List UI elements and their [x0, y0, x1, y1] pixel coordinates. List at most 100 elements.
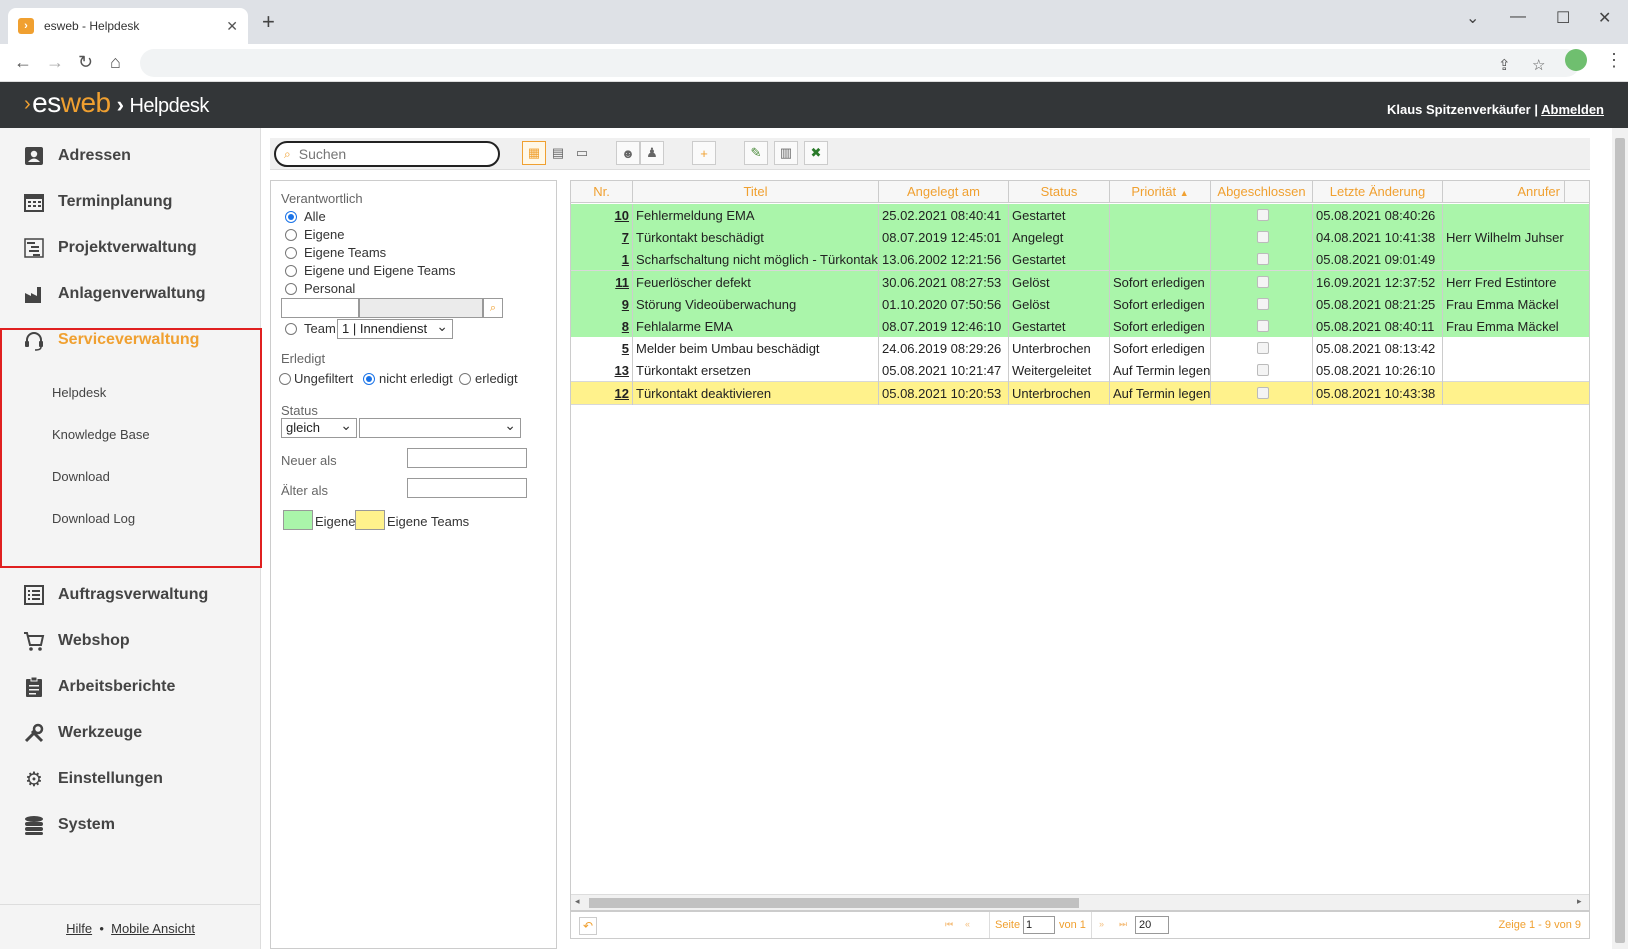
- subnav-helpdesk[interactable]: Helpdesk: [52, 385, 106, 400]
- closed-checkbox[interactable]: [1257, 364, 1269, 377]
- team-select[interactable]: 1 | Innendienst: [337, 317, 453, 339]
- personal-search-button[interactable]: ⌕: [483, 298, 503, 318]
- esweb-logo[interactable]: ›esweb › Helpdesk: [24, 87, 209, 119]
- chart-button[interactable]: ▥: [774, 141, 798, 165]
- closed-checkbox[interactable]: [1257, 297, 1269, 310]
- sidebar-item-adressen[interactable]: Adressen: [0, 134, 261, 178]
- detail-view-button[interactable]: ▤: [546, 141, 570, 165]
- closed-checkbox[interactable]: [1257, 275, 1269, 288]
- closed-checkbox[interactable]: [1257, 209, 1269, 221]
- sidebar-item-webshop[interactable]: Webshop: [0, 619, 261, 663]
- closed-checkbox[interactable]: [1257, 253, 1269, 266]
- search-box[interactable]: ⌕: [274, 141, 500, 167]
- radio-eigene-und-eigene-teams[interactable]: Eigene und Eigene Teams: [285, 263, 456, 278]
- col-angelegt[interactable]: Angelegt am: [879, 181, 1009, 203]
- home-icon[interactable]: ⌂: [110, 52, 121, 73]
- table-row[interactable]: 8 Fehlalarme EMA 08.07.2019 12:46:10 Gestar…: [571, 315, 1589, 338]
- subnav-download-log[interactable]: Download Log: [52, 511, 135, 526]
- cell-nr[interactable]: 13: [571, 359, 633, 383]
- newer-than-input[interactable]: [407, 448, 527, 468]
- status-value-select[interactable]: [359, 416, 521, 438]
- table-row[interactable]: 10 Fehlermeldung EMA 25.02.2021 08:40:41 Ge…: [571, 204, 1589, 227]
- page-size-select[interactable]: 20: [1135, 916, 1169, 934]
- cell-nr[interactable]: 7: [571, 226, 633, 250]
- profile-avatar[interactable]: [1565, 49, 1587, 71]
- last-page-icon[interactable]: ⏭: [1119, 919, 1127, 930]
- horizontal-scrollbar[interactable]: ◂ ▸: [571, 894, 1589, 910]
- cell-nr[interactable]: 10: [571, 204, 633, 227]
- radio-team[interactable]: Team: [285, 321, 336, 336]
- user-group-button[interactable]: ☻: [616, 141, 640, 165]
- closed-checkbox[interactable]: [1257, 342, 1269, 355]
- radio-eigene[interactable]: Eigene: [285, 227, 344, 242]
- scroll-left-icon[interactable]: ◂: [575, 896, 580, 907]
- search-input[interactable]: [298, 146, 479, 162]
- prev-page-icon[interactable]: «: [965, 919, 970, 929]
- col-anrufer[interactable]: Anrufer: [1443, 181, 1565, 203]
- scroll-right-icon[interactable]: ▸: [1577, 896, 1582, 907]
- cell-nr[interactable]: 8: [571, 315, 633, 338]
- logout-link[interactable]: Abmelden: [1541, 102, 1604, 117]
- user-button[interactable]: ♟: [640, 141, 664, 165]
- new-tab-icon[interactable]: +: [262, 11, 275, 33]
- subnav-download[interactable]: Download: [52, 469, 110, 484]
- folder-view-button[interactable]: ▭: [570, 141, 594, 165]
- minimize-icon[interactable]: —: [1510, 8, 1526, 26]
- sidebar-item-terminplanung[interactable]: Terminplanung: [0, 180, 261, 224]
- browser-tab[interactable]: › esweb - Helpdesk ✕: [8, 8, 248, 44]
- cell-nr[interactable]: 9: [571, 292, 633, 316]
- mobile-view-link[interactable]: Mobile Ansicht: [111, 921, 195, 936]
- radio-eigene-teams[interactable]: Eigene Teams: [285, 245, 386, 260]
- forward-icon[interactable]: →: [46, 52, 64, 73]
- sidebar-item-arbeitsberichte[interactable]: Arbeitsberichte: [0, 665, 261, 709]
- closed-checkbox[interactable]: [1257, 231, 1269, 244]
- star-icon[interactable]: ☆: [1532, 56, 1545, 74]
- vertical-scroll-thumb[interactable]: [1615, 138, 1625, 943]
- table-row[interactable]: 5 Melder beim Umbau beschädigt 24.06.2019 …: [571, 337, 1589, 361]
- share-icon[interactable]: ⇪: [1498, 56, 1511, 74]
- table-row[interactable]: 1 Scharfschaltung nicht möglich - Türkont…: [571, 248, 1589, 272]
- sidebar-item-projektverwaltung[interactable]: Projektverwaltung: [0, 226, 261, 270]
- table-row[interactable]: 13 Türkontakt ersetzen 05.08.2021 10:21:47…: [571, 359, 1589, 383]
- page-vertical-scrollbar[interactable]: [1612, 128, 1628, 949]
- table-row[interactable]: 12 Türkontakt deaktivieren 05.08.2021 10:2…: [571, 381, 1589, 405]
- close-tab-icon[interactable]: ✕: [226, 18, 238, 35]
- close-window-icon[interactable]: ✕: [1598, 8, 1611, 28]
- grid-view-button[interactable]: ▦: [522, 141, 546, 165]
- cell-nr[interactable]: 5: [571, 337, 633, 361]
- personal-id-input[interactable]: [281, 298, 359, 318]
- table-row[interactable]: 11 Feuerlöscher defekt 30.06.2021 08:27:53…: [571, 270, 1589, 294]
- col-status[interactable]: Status: [1009, 181, 1110, 203]
- url-input[interactable]: ⇪ ☆: [140, 49, 1580, 77]
- closed-checkbox[interactable]: [1257, 386, 1269, 399]
- edit-columns-button[interactable]: ✎: [744, 141, 768, 165]
- reload-icon[interactable]: ↻: [78, 52, 93, 73]
- closed-checkbox[interactable]: [1257, 320, 1269, 332]
- older-than-input[interactable]: [407, 478, 527, 498]
- col-nr[interactable]: Nr.: [571, 181, 633, 203]
- add-button[interactable]: +: [692, 141, 716, 165]
- col-letzte-aenderung[interactable]: Letzte Änderung: [1313, 181, 1443, 203]
- table-row[interactable]: 7 Türkontakt beschädigt 08.07.2019 12:45:0…: [571, 226, 1589, 250]
- sidebar-item-einstellungen[interactable]: ⚙ Einstellungen: [0, 757, 261, 801]
- radio-erledigt[interactable]: erledigt: [459, 371, 518, 386]
- cell-nr[interactable]: 1: [571, 248, 633, 272]
- status-operator-select[interactable]: gleich: [281, 416, 357, 438]
- horizontal-scroll-thumb[interactable]: [589, 898, 1079, 908]
- radio-ungefiltert[interactable]: Ungefiltert: [279, 371, 353, 386]
- excel-export-button[interactable]: ✖: [804, 141, 828, 165]
- maximize-icon[interactable]: ☐: [1556, 8, 1570, 28]
- page-input[interactable]: 1: [1023, 916, 1055, 934]
- refresh-button[interactable]: ↶: [579, 917, 597, 935]
- first-page-icon[interactable]: ⏮: [945, 919, 953, 930]
- col-titel[interactable]: Titel: [633, 181, 879, 203]
- menu-kebab-icon[interactable]: ⋮: [1605, 50, 1623, 71]
- sidebar-item-serviceverwaltung[interactable]: Serviceverwaltung: [0, 318, 261, 362]
- next-page-icon[interactable]: »: [1099, 919, 1104, 929]
- cell-nr[interactable]: 12: [571, 381, 633, 405]
- subnav-knowledge-base[interactable]: Knowledge Base: [52, 427, 150, 442]
- radio-alle[interactable]: Alle: [285, 209, 326, 224]
- sidebar-item-system[interactable]: System: [0, 803, 261, 847]
- sidebar-item-auftragsverwaltung[interactable]: Auftragsverwaltung: [0, 573, 261, 617]
- col-prioritaet[interactable]: Priorität ▲: [1110, 181, 1211, 203]
